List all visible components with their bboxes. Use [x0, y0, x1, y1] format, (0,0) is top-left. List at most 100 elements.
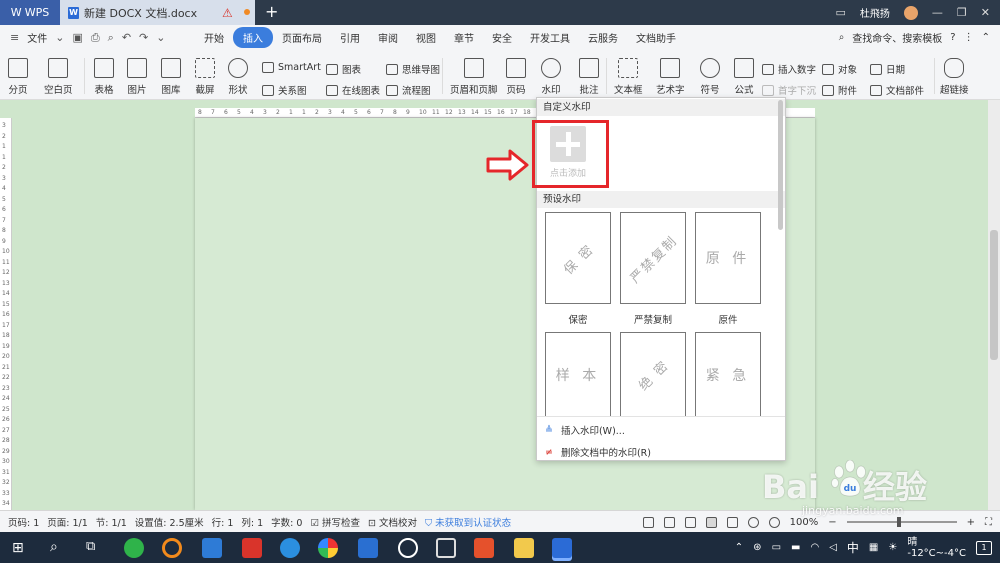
outlook-icon[interactable] [202, 538, 222, 558]
comment-button[interactable]: 批注 [579, 58, 599, 96]
tab-cloud[interactable]: 云服务 [579, 27, 627, 48]
chevron-up-icon[interactable]: ⌃ [735, 542, 743, 553]
new-tab-button[interactable]: + [265, 2, 278, 21]
insert-number-button[interactable]: 插入数字 [762, 62, 816, 76]
search-icon[interactable]: ⌕ [50, 539, 58, 555]
zoom-in-button[interactable]: + [967, 517, 975, 528]
ime-indicator[interactable]: 中 [847, 539, 859, 556]
tab-page-layout[interactable]: 页面布局 [273, 27, 331, 48]
fox-app-icon[interactable] [436, 538, 456, 558]
auth-status[interactable]: ⛉ 未获取到认证状态 [425, 515, 511, 529]
wps-writer-icon[interactable] [552, 538, 572, 558]
restore-icon[interactable]: ❐ [957, 6, 967, 19]
header-footer-button[interactable]: 页眉和页脚 [450, 58, 498, 96]
watermark-button[interactable]: 水印 [541, 58, 561, 96]
preset-sample[interactable]: 样 本 [545, 332, 611, 416]
online-chart-button[interactable]: 在线图表 [326, 83, 380, 97]
delete-watermark-command[interactable]: ≠ 删除文档中的水印(R) [545, 445, 651, 460]
tab-view[interactable]: 视图 [407, 27, 445, 48]
wechat-icon[interactable] [124, 538, 144, 558]
redo-icon[interactable]: ↷ [139, 31, 148, 44]
scrollbar-thumb[interactable] [990, 230, 998, 360]
minimize-icon[interactable]: — [932, 6, 943, 19]
tab-developer[interactable]: 开发工具 [521, 27, 579, 48]
search-icon[interactable]: ⌕ [839, 32, 845, 43]
tab-review[interactable]: 审阅 [369, 27, 407, 48]
chevron-down-icon[interactable]: ⌄ [55, 31, 64, 44]
blank-page-button[interactable]: 空白页 [44, 58, 73, 96]
calendar-app-icon[interactable] [358, 538, 378, 558]
formula-button[interactable]: 公式 [734, 58, 754, 96]
fit-page-icon[interactable]: ⛶ [985, 517, 992, 528]
preset-urgent[interactable]: 紧 急 [695, 332, 761, 416]
panel-scrollbar-thumb[interactable] [778, 100, 783, 230]
help-icon[interactable]: ? [950, 32, 955, 43]
collapse-ribbon-icon[interactable]: ⌃ [982, 32, 990, 43]
print-preview-icon[interactable]: ⌕ [108, 31, 114, 45]
print-icon[interactable]: ⎙ [91, 31, 100, 45]
doc-proof-button[interactable]: ⊡ 文档校对 [368, 515, 417, 529]
chart-button[interactable]: 图表 [326, 62, 361, 76]
preset-top-secret[interactable]: 绝 密 [620, 332, 686, 416]
page-break-button[interactable]: 分页 [8, 58, 28, 96]
flowchart-button[interactable]: 流程图 [386, 83, 431, 97]
tab-chapter[interactable]: 章节 [445, 27, 483, 48]
battery-icon[interactable]: ▭ [772, 542, 781, 553]
pdf-icon[interactable] [474, 538, 494, 558]
tab-insert[interactable]: 插入 [233, 27, 273, 48]
hyperlink-button[interactable]: 超链接 [940, 58, 969, 96]
tab-security[interactable]: 安全 [483, 27, 521, 48]
weather-widget[interactable]: 晴 -12°C~-4°C [907, 537, 966, 559]
status-page-number[interactable]: 页码: 1 [8, 515, 39, 529]
gallery-button[interactable]: 图库 [161, 58, 181, 96]
page-view-icon[interactable] [705, 516, 717, 528]
qq-icon[interactable] [398, 538, 418, 558]
tab-doc-assistant[interactable]: 文档助手 [627, 27, 685, 48]
write-mode-icon[interactable] [684, 516, 696, 528]
preset-no-copy[interactable]: 严禁复制 [620, 212, 686, 304]
web-view-icon[interactable] [747, 516, 759, 528]
file-menu[interactable]: 文件 [27, 30, 47, 45]
page-number-button[interactable]: 页码 [506, 58, 526, 96]
display-icon[interactable]: ▬ [791, 542, 800, 553]
table-button[interactable]: 表格 [94, 58, 114, 96]
shape-button[interactable]: 形状 [228, 58, 248, 96]
relation-chart-button[interactable]: 关系图 [262, 83, 307, 97]
avatar[interactable] [903, 5, 918, 20]
file-explorer-icon[interactable] [514, 538, 534, 558]
windows-start-icon[interactable]: ⊞ [12, 540, 24, 556]
quick-access-more-icon[interactable]: ⌄ [156, 31, 165, 44]
task-view-icon[interactable]: ⧉ [86, 539, 95, 554]
app-red-icon[interactable] [242, 538, 262, 558]
first-sink-button[interactable]: 首字下沉 [762, 83, 816, 97]
date-button[interactable]: 日期 [870, 62, 905, 76]
attachment-button[interactable]: 附件 [822, 83, 857, 97]
document-tab[interactable]: W 新建 DOCX 文档.docx ⚠ [60, 0, 255, 25]
screenshot-button[interactable]: 截屏 [195, 58, 215, 96]
tray-app-icon[interactable]: ⊛ [753, 542, 761, 553]
command-search[interactable]: 查找命令、搜索模板 [852, 30, 942, 45]
textbox-button[interactable]: 文本框 [614, 58, 643, 96]
user-name[interactable]: 杜飛扬 [860, 5, 890, 20]
save-icon[interactable]: ▣ [72, 31, 82, 44]
edge-icon[interactable] [280, 538, 300, 558]
volume-icon[interactable]: ◁ [829, 542, 837, 553]
outline-view-icon[interactable] [726, 516, 738, 528]
undo-icon[interactable]: ↶ [122, 31, 131, 44]
notification-icon[interactable]: 1 [976, 540, 992, 555]
more-icon[interactable]: ⋮ [964, 32, 974, 43]
weather-icon[interactable]: ☀ [888, 542, 897, 553]
object-button[interactable]: 对象 [822, 62, 857, 76]
wifi-icon[interactable]: ◠ [810, 542, 819, 553]
keyboard-icon[interactable]: ▦ [869, 542, 878, 553]
chrome-icon[interactable] [318, 538, 338, 558]
browser-orange-icon[interactable] [162, 538, 182, 558]
smartart-button[interactable]: SmartArt [262, 62, 321, 73]
close-icon[interactable]: ✕ [981, 6, 990, 19]
preset-confidential[interactable]: 保 密 [545, 212, 611, 304]
picture-button[interactable]: 图片 [127, 58, 147, 96]
tab-home[interactable]: 开始 [195, 27, 233, 48]
vertical-scrollbar[interactable] [988, 100, 1000, 510]
doc-part-button[interactable]: 文档部件 [870, 83, 924, 97]
preset-original[interactable]: 原 件 [695, 212, 761, 304]
